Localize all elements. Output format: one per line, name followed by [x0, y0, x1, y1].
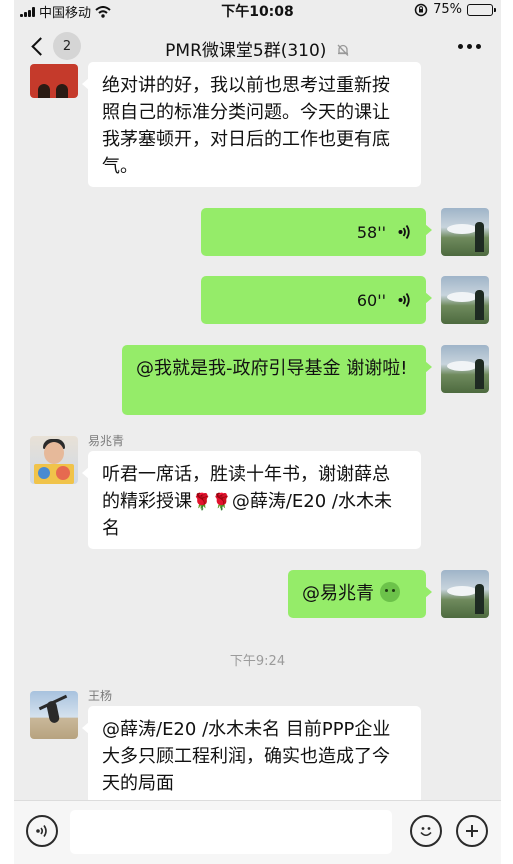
- status-bar: 中国移动 下午10:08 75%: [14, 0, 501, 22]
- voice-wave-icon: [398, 224, 410, 240]
- battery-area: 75%: [414, 2, 496, 17]
- message-input[interactable]: [70, 810, 392, 854]
- plus-icon: [466, 825, 478, 837]
- plus-button[interactable]: [456, 815, 488, 847]
- emoji-button[interactable]: [410, 815, 442, 847]
- voice-duration: 60'': [356, 290, 386, 310]
- battery-icon: [467, 3, 496, 16]
- avatar[interactable]: [441, 276, 489, 324]
- avatar[interactable]: [30, 436, 78, 484]
- message-bubble[interactable]: @我就是我-政府引导基金 谢谢啦!: [122, 345, 432, 415]
- message-bubble[interactable]: @薛涛/E20 /水木未名 目前PPP企业大多只顾工程利润，确实也造成了今天的局…: [82, 706, 421, 804]
- voice-message-bubble[interactable]: 58'': [201, 208, 432, 256]
- time-divider: 下午9:24: [229, 654, 286, 669]
- avatar[interactable]: [30, 691, 78, 739]
- chat-screen: 中国移动 下午10:08 75% 2 PMR微课堂5群(310) 绝对讲的好，我…: [14, 0, 501, 864]
- emoji-icon: [420, 827, 432, 837]
- sender-name: 王杨: [88, 689, 113, 703]
- message-text: 绝对讲的好，我以前也思考过重新按照自己的标准分类问题。今天的课让我茅塞顿开，对日…: [102, 75, 390, 177]
- voice-message-bubble[interactable]: 60'': [201, 276, 432, 324]
- message-text: @薛涛/E20 /水木未名 目前PPP企业大多只顾工程利润，确实也造成了今天的局…: [102, 719, 391, 794]
- voice-duration: 58'': [356, 222, 386, 242]
- message-bubble[interactable]: 绝对讲的好，我以前也思考过重新按照自己的标准分类问题。今天的课让我茅塞顿开，对日…: [82, 62, 421, 187]
- green-face-emoji: [379, 582, 400, 602]
- voice-wave-icon: [398, 292, 410, 308]
- avatar[interactable]: [441, 345, 489, 393]
- sender-name: 易兆青: [88, 434, 125, 448]
- orientation-lock-icon: [414, 3, 428, 16]
- input-bar: [14, 800, 501, 864]
- battery-percent: 75%: [433, 2, 462, 17]
- message-bubble[interactable]: 听君一席话，胜读十年书，谢谢薛总的精彩授课🌹🌹@薛涛/E20 /水木未名: [82, 451, 421, 549]
- message-text: @易兆青: [302, 583, 374, 604]
- mute-bell-icon: [337, 44, 349, 56]
- voice-input-button[interactable]: [26, 815, 58, 847]
- chat-title: PMR微课堂5群(310): [14, 36, 501, 61]
- rose-emoji: 🌹🌹: [192, 492, 232, 511]
- avatar[interactable]: [441, 570, 489, 618]
- voice-icon: [36, 825, 47, 837]
- message-text: @我就是我-政府引导基金 谢谢啦!: [136, 358, 408, 379]
- avatar[interactable]: [441, 208, 489, 256]
- more-button[interactable]: [458, 44, 481, 49]
- message-bubble[interactable]: @易兆青: [288, 570, 432, 618]
- avatar[interactable]: [30, 64, 78, 98]
- chat-title-text: PMR微课堂5群(310): [165, 41, 327, 61]
